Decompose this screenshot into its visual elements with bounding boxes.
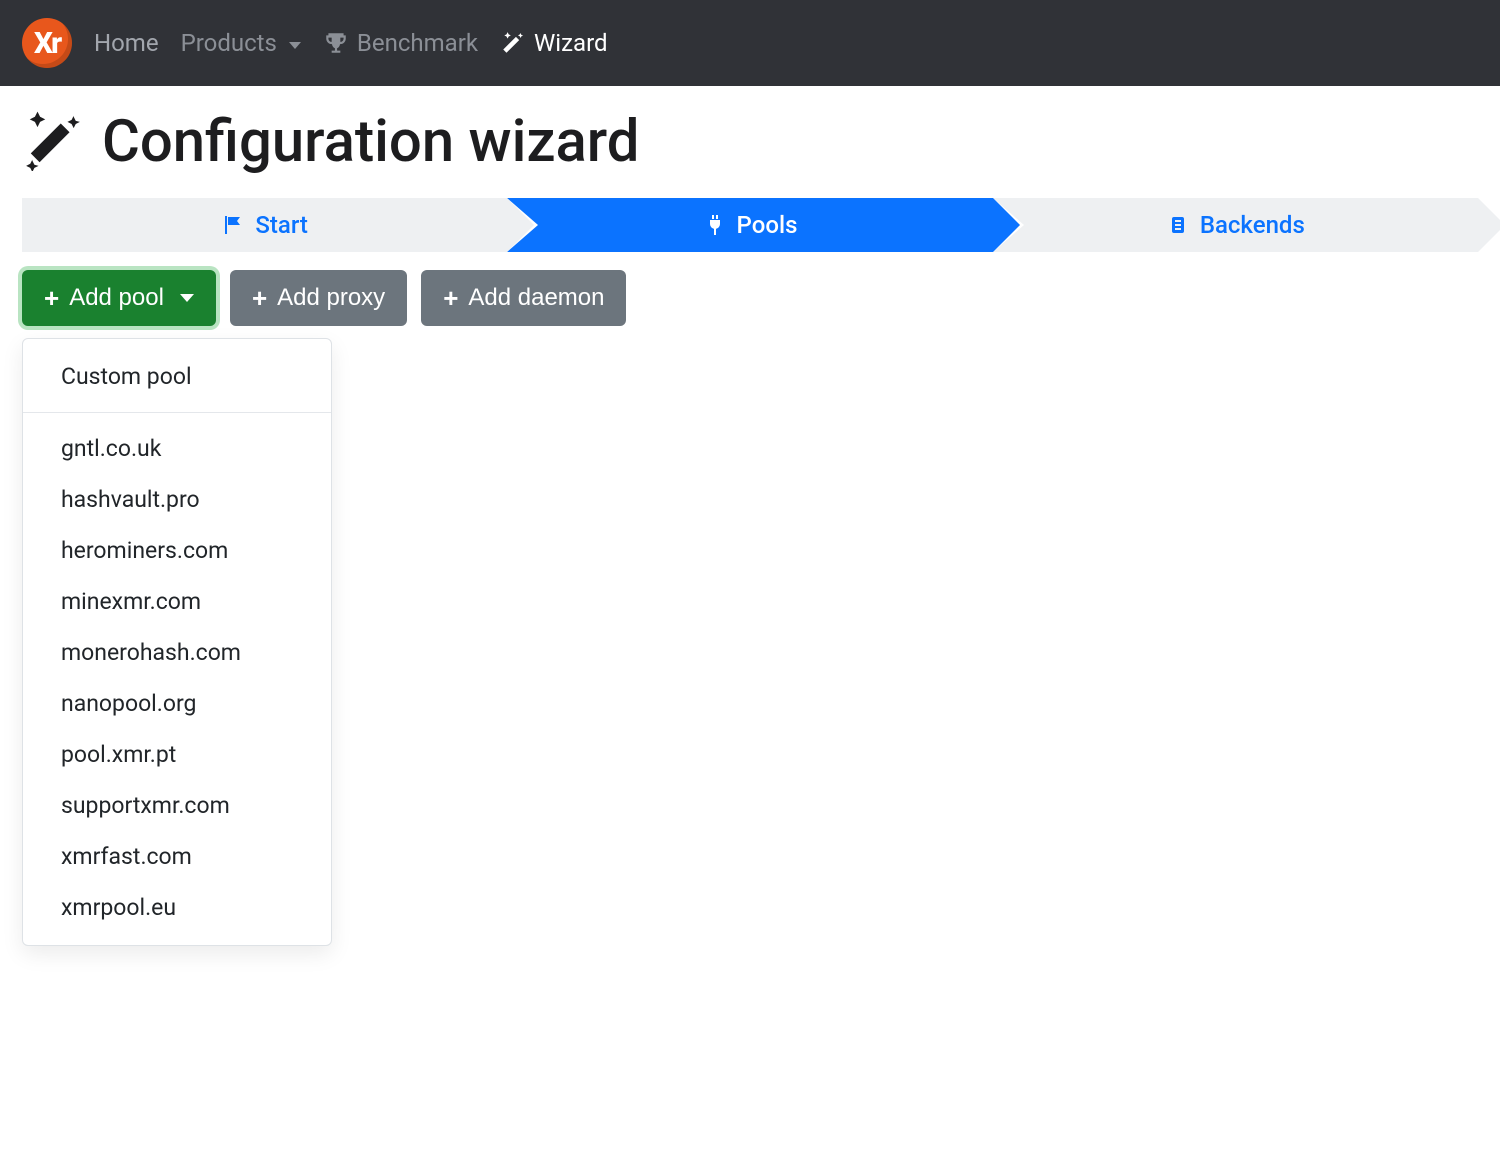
plus-icon: + xyxy=(443,285,458,311)
add-pool-label: Add pool xyxy=(69,284,164,312)
dropdown-item-pool[interactable]: xmrpool.eu xyxy=(23,882,331,933)
dropdown-item-pool[interactable]: hashvault.pro xyxy=(23,474,331,525)
nav-products-label: Products xyxy=(181,29,277,57)
dropdown-item-pool[interactable]: supportxmr.com xyxy=(23,780,331,831)
nav-benchmark-label: Benchmark xyxy=(357,29,478,57)
add-daemon-button[interactable]: + Add daemon xyxy=(421,270,626,326)
step-start[interactable]: Start xyxy=(22,198,507,252)
dropdown-item-pool[interactable]: herominers.com xyxy=(23,525,331,576)
chevron-down-icon xyxy=(180,294,194,302)
plus-icon: + xyxy=(44,285,59,311)
trophy-icon xyxy=(323,30,349,56)
nav-wizard[interactable]: Wizard xyxy=(500,29,608,57)
dropdown-item-pool[interactable]: minexmr.com xyxy=(23,576,331,627)
page-title-row: Configuration wizard xyxy=(22,108,1478,176)
add-pool-dropdown: Custom pool gntl.co.uk hashvault.pro her… xyxy=(22,338,332,946)
dropdown-item-custom[interactable]: Custom pool xyxy=(23,351,331,402)
chip-icon xyxy=(1166,213,1190,237)
step-label: Pools xyxy=(737,211,798,239)
wizard-steps: Start Pools Backends xyxy=(22,198,1478,252)
nav-products[interactable]: Products xyxy=(181,29,301,57)
nav-wizard-label: Wizard xyxy=(534,29,608,57)
wand-icon xyxy=(22,109,84,175)
dropdown-item-pool[interactable]: monerohash.com xyxy=(23,627,331,678)
dropdown-item-pool[interactable]: pool.xmr.pt xyxy=(23,729,331,780)
add-daemon-label: Add daemon xyxy=(468,284,604,312)
flag-icon xyxy=(221,213,245,237)
dropdown-item-pool[interactable]: xmrfast.com xyxy=(23,831,331,882)
nav-benchmark[interactable]: Benchmark xyxy=(323,29,478,57)
nav-home[interactable]: Home xyxy=(94,29,159,57)
chevron-down-icon xyxy=(289,42,301,49)
add-pool-button[interactable]: + Add pool xyxy=(22,270,216,326)
step-pools[interactable]: Pools xyxy=(507,198,992,252)
nav-home-label: Home xyxy=(94,29,159,57)
add-proxy-label: Add proxy xyxy=(277,284,385,312)
dropdown-item-pool[interactable]: gntl.co.uk xyxy=(23,423,331,474)
plus-icon: + xyxy=(252,285,267,311)
dropdown-divider xyxy=(23,412,331,413)
step-label: Start xyxy=(255,211,308,239)
navbar: Xr Home Products Benchmark Wizard xyxy=(0,0,1500,86)
plug-icon xyxy=(703,213,727,237)
add-proxy-button[interactable]: + Add proxy xyxy=(230,270,407,326)
toolbar: + Add pool Custom pool gntl.co.uk hashva… xyxy=(22,270,1478,326)
page: Configuration wizard Start Pools Backend… xyxy=(0,86,1500,348)
step-label: Backends xyxy=(1200,211,1305,239)
wand-icon xyxy=(500,30,526,56)
dropdown-item-pool[interactable]: nanopool.org xyxy=(23,678,331,729)
add-pool-wrapper: + Add pool Custom pool gntl.co.uk hashva… xyxy=(22,270,216,326)
page-title: Configuration wizard xyxy=(102,108,639,176)
step-backends[interactable]: Backends xyxy=(993,198,1478,252)
logo[interactable]: Xr xyxy=(22,18,72,68)
